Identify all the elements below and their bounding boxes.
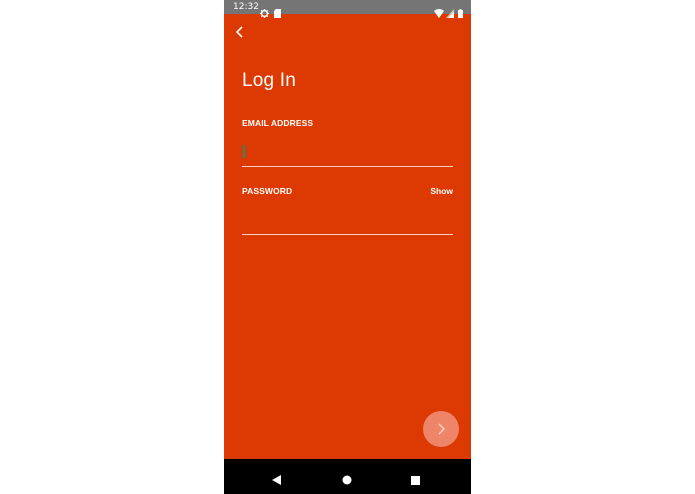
battery-icon xyxy=(458,3,463,22)
text-cursor xyxy=(243,145,245,158)
password-field[interactable] xyxy=(242,210,453,232)
chevron-left-icon xyxy=(235,26,243,38)
status-bar: 12:32 xyxy=(224,0,471,18)
page-title: Log In xyxy=(242,70,297,91)
gear-icon xyxy=(260,3,269,22)
password-label: PASSWORD xyxy=(242,186,293,196)
show-password-toggle[interactable]: Show xyxy=(430,186,453,196)
next-button[interactable] xyxy=(423,411,459,447)
email-label: EMAIL ADDRESS xyxy=(242,118,314,128)
password-underline xyxy=(242,234,453,235)
recents-square-icon xyxy=(411,476,420,485)
status-time: 12:32 xyxy=(233,2,259,12)
navigation-bar xyxy=(224,459,471,494)
nav-home-button[interactable] xyxy=(342,472,352,490)
back-button[interactable] xyxy=(232,24,248,40)
nav-recents-button[interactable] xyxy=(411,472,420,490)
email-field[interactable] xyxy=(242,142,453,164)
email-underline xyxy=(242,166,453,167)
back-triangle-icon xyxy=(272,475,281,485)
home-circle-icon xyxy=(342,475,352,485)
sd-card-icon xyxy=(274,3,281,22)
chevron-right-icon xyxy=(438,423,445,435)
app-screen: 12:32 Log In EMAIL ADDRESS PASSWORD Show xyxy=(224,0,471,494)
nav-back-button[interactable] xyxy=(272,472,282,490)
wifi-icon xyxy=(434,3,444,22)
signal-icon xyxy=(446,3,454,22)
